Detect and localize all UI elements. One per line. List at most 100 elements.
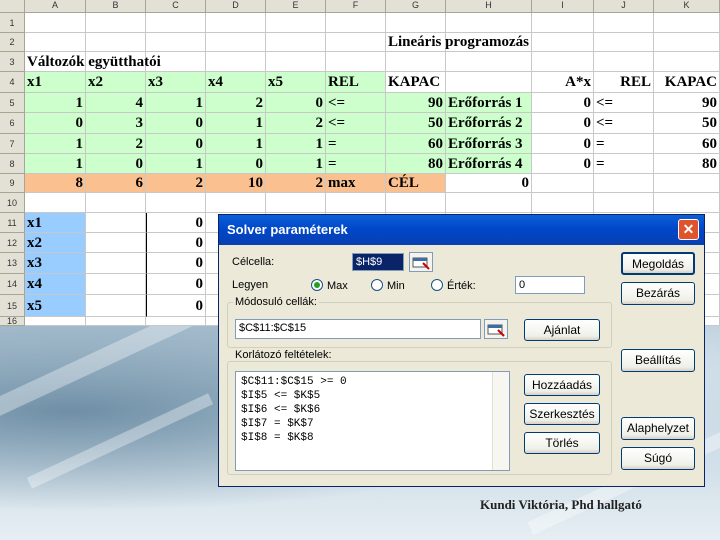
coef-cell[interactable]: 0: [86, 154, 146, 174]
header-x3[interactable]: x3: [146, 72, 206, 93]
row-header-2[interactable]: 2: [0, 33, 25, 52]
constraint-item[interactable]: $I$8 = $K$8: [241, 432, 314, 444]
column-header-h[interactable]: H: [446, 0, 532, 13]
cell[interactable]: [266, 13, 326, 33]
header-x1[interactable]: x1: [25, 72, 86, 93]
cell[interactable]: [206, 193, 266, 213]
coef-cell[interactable]: 1: [266, 154, 326, 174]
cell[interactable]: [86, 33, 146, 52]
cell[interactable]: [594, 174, 654, 193]
row-header-14[interactable]: 14: [0, 274, 25, 295]
resource-label[interactable]: Erőforrás 1: [446, 93, 532, 113]
cell[interactable]: [386, 13, 446, 33]
header-x5[interactable]: x5: [266, 72, 326, 93]
relation-cell[interactable]: =: [326, 134, 386, 154]
variable-value[interactable]: 0: [146, 213, 206, 233]
cell[interactable]: [266, 33, 326, 52]
ax-cell[interactable]: 0: [532, 154, 594, 174]
column-header-d[interactable]: D: [206, 0, 266, 13]
cell[interactable]: [326, 52, 386, 72]
dialog-titlebar[interactable]: Solver paraméterek ✕: [219, 215, 704, 245]
capacity-cell-2[interactable]: 80: [654, 154, 720, 174]
variable-name[interactable]: x4: [25, 274, 86, 295]
header-x4[interactable]: x4: [206, 72, 266, 93]
capacity-cell[interactable]: 60: [386, 134, 446, 154]
capacity-cell[interactable]: 80: [386, 154, 446, 174]
variable-value[interactable]: 0: [146, 274, 206, 295]
objective-coef[interactable]: 2: [266, 174, 326, 193]
relation-cell-2[interactable]: <=: [594, 93, 654, 113]
coef-cell[interactable]: 0: [206, 154, 266, 174]
cell[interactable]: [654, 174, 720, 193]
cell[interactable]: [146, 317, 206, 326]
coef-cell[interactable]: 0: [146, 113, 206, 134]
coef-cell[interactable]: 2: [206, 93, 266, 113]
cell[interactable]: [386, 52, 446, 72]
ax-cell[interactable]: 0: [532, 113, 594, 134]
cell[interactable]: [86, 233, 146, 253]
resource-label[interactable]: Erőforrás 4: [446, 154, 532, 174]
solve-button[interactable]: Megoldás: [621, 252, 695, 275]
variable-value[interactable]: 0: [146, 295, 206, 317]
header-x2[interactable]: x2: [86, 72, 146, 93]
row-header-9[interactable]: 9: [0, 174, 25, 193]
ax-cell[interactable]: 0: [532, 134, 594, 154]
coef-cell[interactable]: 0: [25, 113, 86, 134]
cell[interactable]: [25, 33, 86, 52]
constraint-item[interactable]: $I$7 = $K$7: [241, 418, 314, 430]
cell[interactable]: [446, 193, 532, 213]
cell[interactable]: [25, 317, 86, 326]
delete-button[interactable]: Törlés: [524, 432, 600, 454]
row-header-5[interactable]: 5: [0, 93, 25, 113]
cell[interactable]: [532, 193, 594, 213]
constraint-item[interactable]: $I$6 <= $K$6: [241, 404, 320, 416]
cell[interactable]: [86, 213, 146, 233]
header-kapac[interactable]: KAPAC: [386, 72, 446, 93]
cell[interactable]: [146, 193, 206, 213]
column-header-b[interactable]: B: [86, 0, 146, 13]
cell[interactable]: [266, 193, 326, 213]
coef-cell[interactable]: 1: [206, 134, 266, 154]
row-header-1[interactable]: 1: [0, 13, 25, 33]
relation-cell[interactable]: =: [326, 154, 386, 174]
coef-cell[interactable]: 0: [146, 134, 206, 154]
variable-name[interactable]: x2: [25, 233, 86, 253]
cell[interactable]: [25, 193, 86, 213]
close-button[interactable]: Bezárás: [621, 282, 695, 305]
row-header-4[interactable]: 4: [0, 72, 25, 93]
guess-button[interactable]: Ajánlat: [524, 319, 600, 341]
cell[interactable]: [86, 295, 146, 317]
cell[interactable]: [594, 33, 654, 52]
cell[interactable]: [654, 52, 720, 72]
coef-cell[interactable]: 1: [206, 113, 266, 134]
coef-cell[interactable]: 1: [25, 93, 86, 113]
column-header-g[interactable]: G: [386, 0, 446, 13]
variable-value[interactable]: 0: [146, 233, 206, 253]
row-header-16[interactable]: 16: [0, 317, 25, 326]
close-icon[interactable]: ✕: [678, 219, 699, 240]
column-header-c[interactable]: C: [146, 0, 206, 13]
coef-cell[interactable]: 1: [25, 154, 86, 174]
constraints-list[interactable]: $C$11:$C$15 >= 0 $I$5 <= $K$5 $I$6 <= $K$6…: [235, 371, 510, 471]
min-radio[interactable]: [371, 279, 383, 291]
value-input[interactable]: 0: [515, 276, 585, 294]
capacity-cell[interactable]: 90: [386, 93, 446, 113]
relation-cell-2[interactable]: =: [594, 154, 654, 174]
coef-cell[interactable]: 3: [86, 113, 146, 134]
cell[interactable]: [654, 33, 720, 52]
variable-name[interactable]: x3: [25, 253, 86, 274]
objective-coef[interactable]: 6: [86, 174, 146, 193]
coefficients-title[interactable]: Változók együtthatói: [25, 52, 206, 72]
cell[interactable]: [446, 13, 532, 33]
changing-cells-input[interactable]: $C$11:$C$15: [235, 319, 481, 339]
row-header-10[interactable]: 10: [0, 193, 25, 213]
cell[interactable]: [446, 52, 532, 72]
cell[interactable]: [266, 52, 326, 72]
cell[interactable]: [326, 33, 386, 52]
change-button[interactable]: Szerkesztés: [524, 403, 600, 425]
objective-value[interactable]: 0: [446, 174, 532, 193]
help-button[interactable]: Súgó: [621, 447, 695, 470]
coef-cell[interactable]: 0: [266, 93, 326, 113]
coef-cell[interactable]: 4: [86, 93, 146, 113]
constraint-item[interactable]: $C$11:$C$15 >= 0: [241, 376, 347, 388]
